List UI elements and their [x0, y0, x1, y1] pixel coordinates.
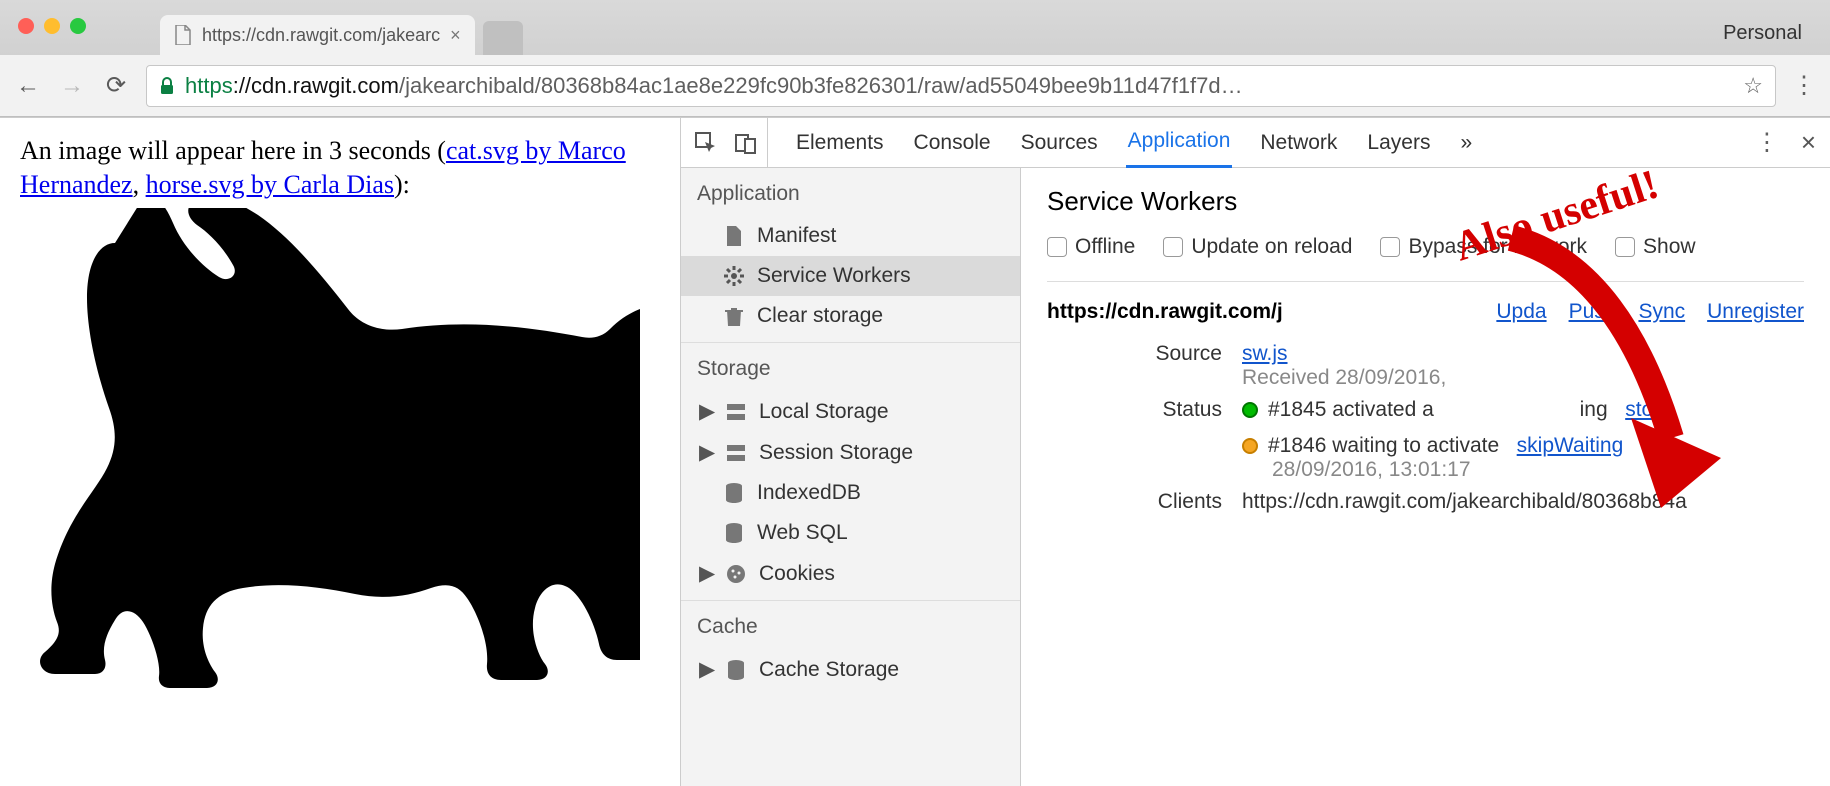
url-text: https://cdn.rawgit.com/jakearchibald/803…	[185, 73, 1243, 99]
chevron-right-icon: ▶	[699, 399, 713, 424]
status-dot-waiting	[1242, 438, 1258, 454]
tab-close-icon[interactable]: ×	[450, 25, 461, 46]
sidebar-item-clear-storage[interactable]: Clear storage	[681, 296, 1020, 336]
group-cache: Cache	[681, 600, 1020, 649]
window-maximize-button[interactable]	[70, 18, 86, 34]
window-controls	[18, 18, 86, 34]
panel-title: Service Workers	[1047, 186, 1804, 217]
reload-button[interactable]: ⟳	[102, 71, 130, 100]
status-dot-active	[1242, 402, 1258, 418]
file-icon	[723, 225, 745, 247]
action-unregister[interactable]: Unregister	[1707, 300, 1804, 324]
bookmark-star-icon[interactable]: ☆	[1743, 73, 1763, 99]
page-icon	[174, 25, 192, 45]
devtools-close-button[interactable]: ×	[1801, 127, 1816, 158]
status-waiting: #1846 waiting to activate	[1268, 434, 1499, 457]
sidebar-item-cache-storage[interactable]: ▶ Cache Storage	[681, 649, 1020, 690]
gear-icon	[723, 265, 745, 287]
browser-tab-strip: https://cdn.rawgit.com/jakearc × Persona…	[0, 0, 1830, 55]
action-push[interactable]: Push	[1569, 300, 1617, 324]
new-tab-button[interactable]	[483, 21, 523, 55]
label-clients: Clients	[1047, 490, 1222, 514]
cat-image	[20, 208, 660, 688]
source-received: Received 28/09/2016,	[1242, 366, 1446, 389]
sidebar-item-service-workers[interactable]: Service Workers	[681, 256, 1020, 296]
checkbox-offline[interactable]: Offline	[1047, 235, 1135, 259]
sidebar-item-local-storage[interactable]: ▶ Local Storage	[681, 391, 1020, 432]
database-icon	[723, 482, 745, 504]
tab-sources[interactable]: Sources	[1019, 119, 1100, 167]
lock-icon	[159, 77, 175, 95]
trash-icon	[723, 305, 745, 327]
browser-menu-button[interactable]: ⋮	[1792, 71, 1816, 100]
source-link[interactable]: sw.js	[1242, 342, 1288, 365]
checkbox-show-all[interactable]: Show	[1615, 235, 1696, 259]
sidebar-item-cookies[interactable]: ▶ Cookies	[681, 553, 1020, 594]
status-waiting-time: 28/09/2016, 13:01:17	[1272, 458, 1471, 481]
tab-network[interactable]: Network	[1258, 119, 1339, 167]
group-application: Application	[681, 168, 1020, 216]
service-workers-panel: Service Workers Offline Update on reload…	[1021, 168, 1830, 786]
address-bar[interactable]: https://cdn.rawgit.com/jakearchibald/803…	[146, 65, 1776, 107]
inspect-element-icon[interactable]	[695, 132, 717, 154]
group-storage: Storage	[681, 342, 1020, 391]
database-icon	[723, 522, 745, 544]
page-content: An image will appear here in 3 seconds (…	[0, 118, 680, 786]
tab-elements[interactable]: Elements	[794, 119, 886, 167]
chevron-right-icon: ▶	[699, 561, 713, 586]
clients-url: https://cdn.rawgit.com/jakearchibald/803…	[1242, 490, 1804, 514]
sidebar-item-websql[interactable]: Web SQL	[681, 513, 1020, 553]
tab-layers[interactable]: Layers	[1365, 119, 1432, 167]
chevron-right-icon: ▶	[699, 440, 713, 465]
window-minimize-button[interactable]	[44, 18, 60, 34]
label-status: Status	[1047, 398, 1222, 422]
sw-origin: https://cdn.rawgit.com/j	[1047, 300, 1283, 324]
devtools: Elements Console Sources Application Net…	[680, 118, 1830, 786]
storage-icon	[725, 442, 747, 464]
sidebar-item-manifest[interactable]: Manifest	[681, 216, 1020, 256]
checkbox-bypass-network[interactable]: Bypass for network	[1380, 235, 1587, 259]
status-activated: #1845 activated a	[1268, 398, 1434, 421]
browser-toolbar: ← → ⟳ https://cdn.rawgit.com/jakearchiba…	[0, 55, 1830, 117]
browser-tab[interactable]: https://cdn.rawgit.com/jakearc ×	[160, 15, 475, 55]
back-button[interactable]: ←	[14, 72, 42, 100]
application-sidebar: Application Manifest Service Workers Cle…	[681, 168, 1021, 786]
tab-title: https://cdn.rawgit.com/jakearc	[202, 25, 440, 46]
chevron-right-icon: ▶	[699, 657, 713, 682]
cookie-icon	[725, 563, 747, 585]
devtools-menu-button[interactable]: ⋮	[1755, 128, 1779, 157]
forward-button[interactable]: →	[58, 72, 86, 100]
tab-application[interactable]: Application	[1126, 117, 1233, 168]
tab-overflow[interactable]: »	[1458, 119, 1474, 167]
window-close-button[interactable]	[18, 18, 34, 34]
action-update[interactable]: Upda	[1496, 300, 1546, 324]
devtools-tabbar: Elements Console Sources Application Net…	[681, 118, 1830, 168]
checkbox-update-on-reload[interactable]: Update on reload	[1163, 235, 1352, 259]
label-source: Source	[1047, 342, 1222, 366]
profile-label[interactable]: Personal	[1723, 16, 1820, 55]
storage-icon	[725, 401, 747, 423]
sidebar-item-indexeddb[interactable]: IndexedDB	[681, 473, 1020, 513]
action-skip-waiting[interactable]: skipWaiting	[1517, 434, 1624, 457]
link-horse-svg[interactable]: horse.svg by Carla Dias	[146, 170, 394, 199]
sidebar-item-session-storage[interactable]: ▶ Session Storage	[681, 432, 1020, 473]
database-icon	[725, 659, 747, 681]
action-sync[interactable]: Sync	[1638, 300, 1685, 324]
action-stop[interactable]: stop	[1625, 398, 1665, 421]
tab-console[interactable]: Console	[912, 119, 993, 167]
device-toolbar-icon[interactable]	[735, 132, 757, 154]
